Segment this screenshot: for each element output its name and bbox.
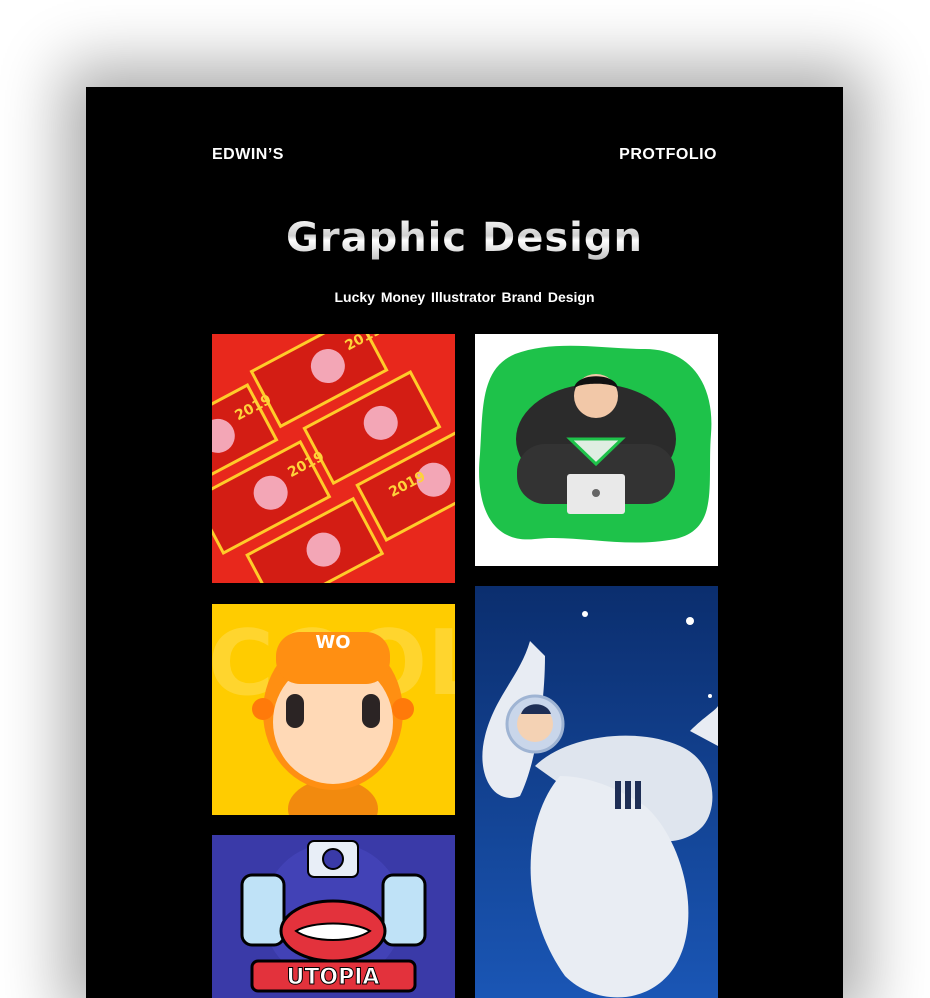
gallery-item-wo-robot[interactable]: COOL WO <box>212 604 455 815</box>
laptop-man-image <box>475 334 718 566</box>
astronaut-image <box>475 586 718 998</box>
utopia-image: UTOPIA <box>212 835 455 998</box>
gallery-item-utopia[interactable]: UTOPIA <box>212 835 455 998</box>
wo-robot-image: COOL WO <box>212 604 455 815</box>
gallery-item-lucky-money[interactable]: 2019 2019 2019 2019 <box>212 334 455 583</box>
utopia-label: UTOPIA <box>287 965 380 990</box>
lucky-money-image: 2019 2019 2019 2019 <box>212 334 455 583</box>
page-title: Graphic Design <box>86 215 843 261</box>
gallery-item-laptop-man[interactable] <box>475 334 718 566</box>
page-subtitle: Lucky Money Illustrator Brand Design <box>334 289 595 305</box>
portfolio-page: EDWIN’S PROTFOLIO Graphic Design Lucky M… <box>86 87 843 998</box>
gallery-item-astronaut[interactable] <box>475 586 718 998</box>
header-portfolio: PROTFOLIO <box>619 146 717 163</box>
wo-logo-text: WO <box>315 632 350 653</box>
header-author: EDWIN’S <box>212 146 284 163</box>
